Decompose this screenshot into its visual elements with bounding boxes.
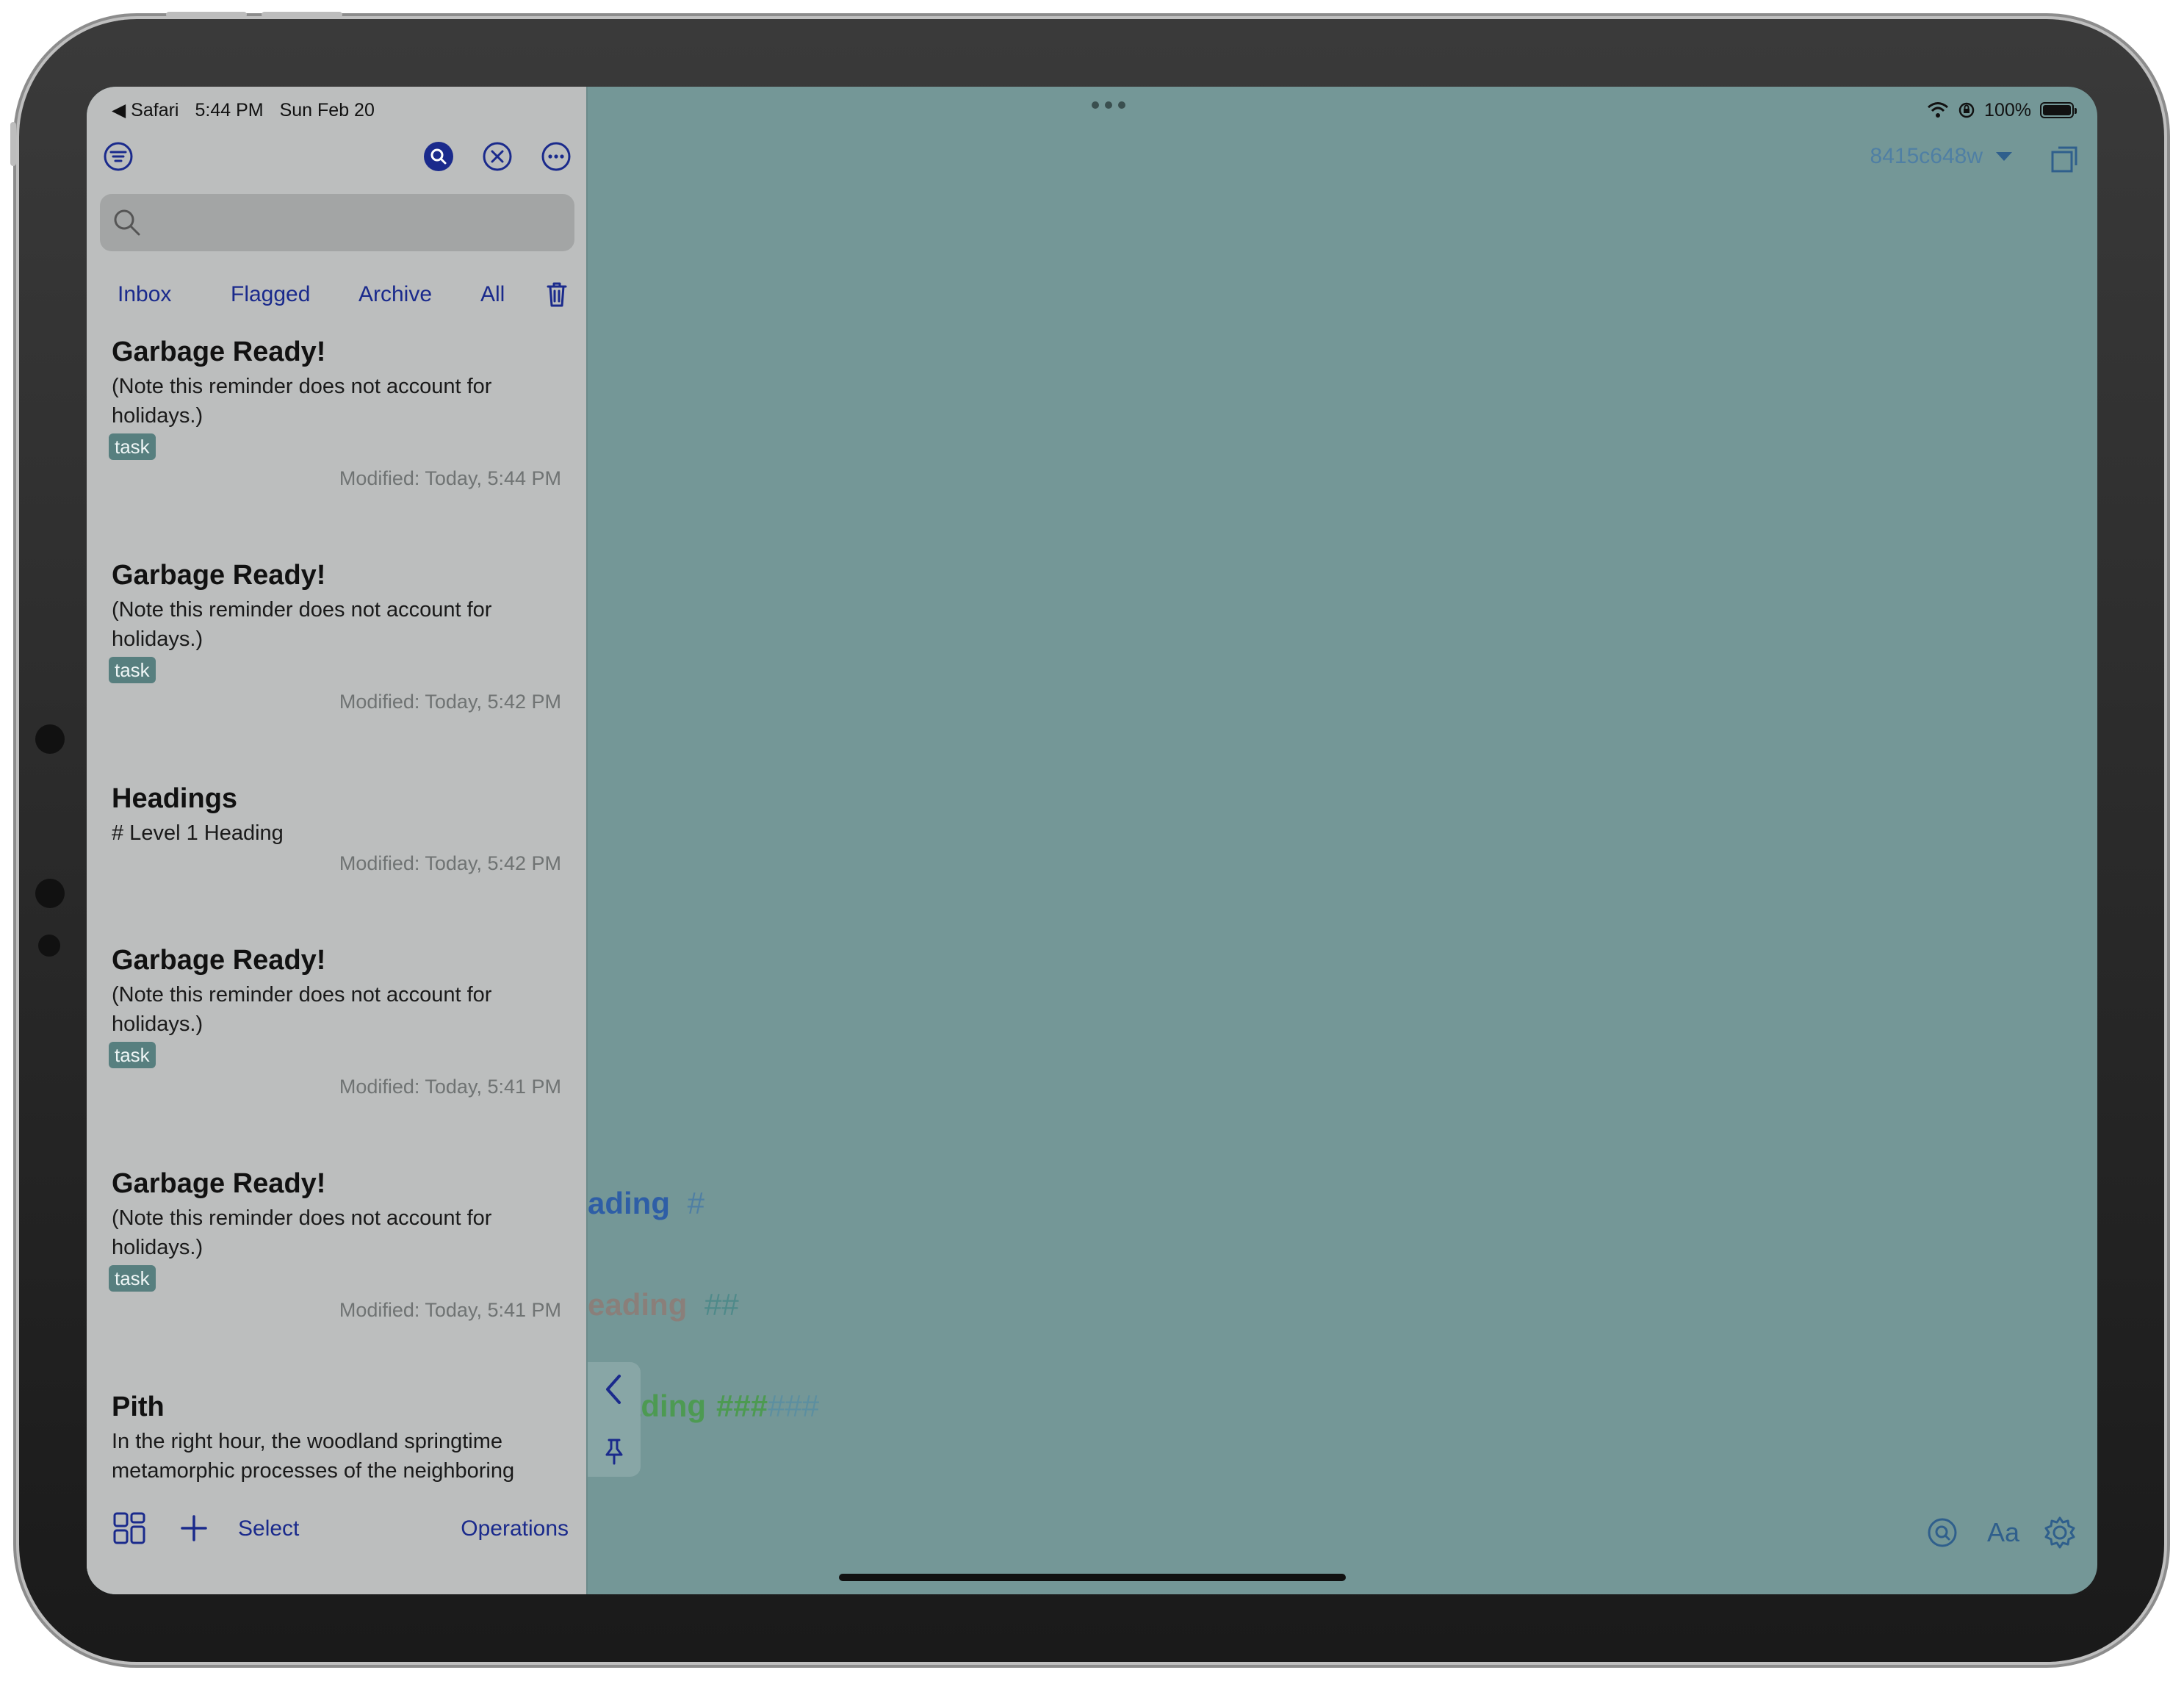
search-field[interactable] (100, 194, 574, 251)
pin-icon[interactable] (599, 1436, 629, 1468)
mailbox-tabs: Inbox Flagged Archive All (87, 276, 586, 314)
back-to-app-link[interactable]: ◀ Safari (112, 99, 179, 121)
camera-dot (35, 724, 65, 754)
heading-marks: # (687, 1186, 705, 1220)
note-preview: (Note this reminder does not account for… (112, 375, 492, 428)
sensor-dot (38, 935, 60, 957)
document-id-selector[interactable]: 8415c648w (1870, 144, 2012, 169)
font-size-icon[interactable]: Aa (1978, 1511, 2029, 1555)
camera-dot (35, 879, 65, 908)
select-button[interactable]: Select (238, 1516, 299, 1541)
close-icon[interactable] (479, 138, 516, 175)
note-preview: (Note this reminder does not account for… (112, 983, 492, 1036)
tab-inbox[interactable]: Inbox (118, 282, 171, 307)
volume-button (262, 12, 342, 18)
grid-view-icon[interactable] (110, 1509, 148, 1547)
tab-all[interactable]: All (480, 282, 505, 307)
sidebar-handle[interactable] (588, 1362, 641, 1477)
filter-icon[interactable] (100, 138, 137, 175)
heading-marks: ## (704, 1287, 739, 1322)
side-button (10, 122, 16, 166)
note-tag[interactable]: task (109, 657, 156, 683)
notes-sidebar: Inbox Flagged Archive All Garbage Ready!… (87, 87, 588, 1594)
battery-percent: 100% (1984, 99, 2031, 120)
status-bar-left: ◀ Safari 5:44 PM Sun Feb 20 (112, 96, 375, 125)
heading-level-2[interactable]: eading ## (588, 1287, 739, 1322)
volume-button (166, 12, 247, 18)
status-time: 5:44 PM (195, 99, 264, 120)
magnifier-icon (114, 209, 140, 236)
note-title: Pith (112, 1392, 165, 1422)
settings-gear-icon[interactable] (2039, 1512, 2080, 1553)
note-modified-date: Modified: Today, 5:41 PM (339, 1076, 561, 1098)
notes-list[interactable]: Garbage Ready! (Note this reminder does n… (87, 336, 586, 1581)
note-title: Garbage Ready! (112, 1168, 326, 1199)
note-title: Garbage Ready! (112, 336, 326, 367)
note-tag[interactable]: task (109, 1265, 156, 1292)
note-modified-date: Modified: Today, 5:44 PM (339, 467, 561, 489)
tab-archive[interactable]: Archive (358, 282, 432, 307)
note-modified-date: Modified: Today, 5:41 PM (339, 1299, 561, 1321)
note-tag[interactable]: task (109, 1042, 156, 1068)
note-tag[interactable]: task (109, 433, 156, 460)
battery-icon (2040, 102, 2077, 118)
home-indicator[interactable] (839, 1574, 1346, 1581)
orientation-lock-icon (1958, 102, 1975, 118)
heading-text: ading (588, 1186, 670, 1220)
note-preview: # Level 1 Heading (112, 821, 284, 845)
note-modified-date: Modified: Today, 5:42 PM (339, 852, 561, 874)
screen: 8415c648w ading # eading ## heading #####… (87, 87, 2097, 1594)
heading-marks: ### (716, 1389, 768, 1423)
note-preview: (Note this reminder does not account for… (112, 598, 492, 651)
find-icon[interactable] (1922, 1512, 1963, 1553)
note-title: Headings (112, 783, 238, 814)
chevron-left-icon[interactable] (598, 1371, 630, 1408)
operations-button[interactable]: Operations (461, 1516, 569, 1541)
note-title: Garbage Ready! (112, 945, 326, 976)
caret-down-icon (1996, 152, 2012, 161)
more-options-icon[interactable] (538, 138, 574, 175)
trash-icon[interactable] (542, 276, 572, 313)
heading-level-1[interactable]: ading # (588, 1186, 704, 1221)
status-date: Sun Feb 20 (279, 99, 375, 120)
document-id: 8415c648w (1870, 144, 1983, 168)
heading-extra-marks: ### (768, 1389, 820, 1423)
sidebar-toolbar: Select Operations (87, 1490, 586, 1571)
note-preview: (Note this reminder does not account for… (112, 1206, 492, 1259)
add-note-icon[interactable] (175, 1509, 213, 1547)
wifi-icon (1928, 102, 1949, 118)
multitasking-menu-icon[interactable] (1092, 101, 1125, 109)
note-title: Garbage Ready! (112, 560, 326, 591)
tab-flagged[interactable]: Flagged (231, 282, 310, 307)
search-input[interactable] (151, 201, 566, 245)
status-bar-right: 100% (1927, 96, 2077, 125)
editor-pane[interactable]: 8415c648w ading # eading ## heading #####… (588, 87, 2097, 1594)
search-toggle-icon[interactable] (420, 138, 457, 175)
heading-text: eading (588, 1287, 688, 1322)
expand-window-icon[interactable] (2046, 141, 2083, 178)
note-modified-date: Modified: Today, 5:42 PM (339, 691, 561, 713)
